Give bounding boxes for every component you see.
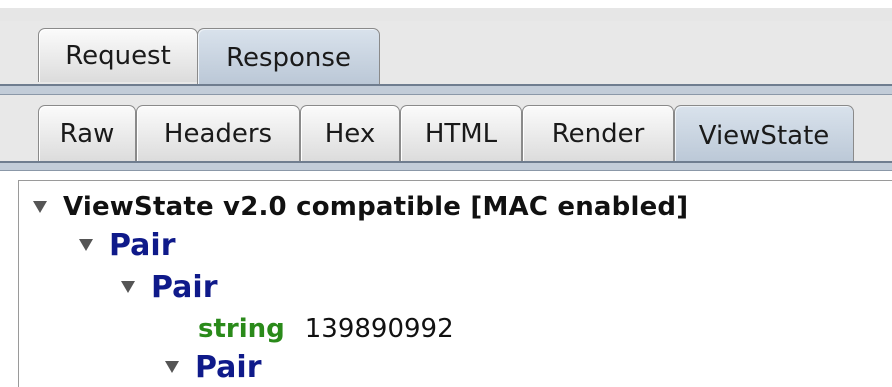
- tree-node-pair[interactable]: Pair: [165, 347, 262, 387]
- tab-response[interactable]: Response: [197, 28, 380, 86]
- expand-triangle-icon[interactable]: [165, 361, 179, 373]
- tree-node-label: Pair: [151, 269, 218, 305]
- tab-render[interactable]: Render: [522, 105, 674, 161]
- top-gray-bar: [0, 8, 892, 21]
- tab-response-label: Response: [226, 42, 351, 73]
- tree-leaf-string[interactable]: string 139890992: [198, 309, 454, 349]
- tab-raw-label: Raw: [59, 118, 115, 149]
- tab-render-label: Render: [551, 118, 645, 149]
- tree-node-label: Pair: [109, 227, 176, 263]
- inner-tab-band: [0, 161, 892, 171]
- tree-root-label: ViewState v2.0 compatible [MAC enabled]: [63, 192, 689, 222]
- tree-node-pair[interactable]: Pair: [79, 225, 176, 265]
- tree-node-label: Pair: [195, 349, 262, 385]
- viewstate-tree: ViewState v2.0 compatible [MAC enabled] …: [18, 180, 892, 387]
- expand-triangle-icon[interactable]: [33, 201, 47, 213]
- type-label: string: [198, 314, 285, 344]
- value-label: 139890992: [304, 314, 454, 344]
- tab-viewstate[interactable]: ViewState: [674, 105, 854, 165]
- outer-tab-band: [0, 84, 892, 95]
- tab-viewstate-label: ViewState: [698, 120, 830, 151]
- top-strip: [0, 0, 892, 8]
- tab-html-label: HTML: [424, 118, 498, 149]
- tab-request[interactable]: Request: [38, 28, 198, 82]
- tab-headers-label: Headers: [163, 118, 273, 149]
- tree-node-pair[interactable]: Pair: [121, 267, 218, 307]
- tab-request-label: Request: [65, 40, 171, 71]
- expand-triangle-icon[interactable]: [121, 281, 135, 293]
- tab-html[interactable]: HTML: [400, 105, 522, 161]
- tab-raw[interactable]: Raw: [38, 105, 136, 161]
- viewstate-panel: Request Response Raw Headers Hex HTML Re…: [0, 0, 892, 387]
- tab-hex[interactable]: Hex: [300, 105, 400, 161]
- tree-root[interactable]: ViewState v2.0 compatible [MAC enabled]: [33, 189, 688, 225]
- tab-hex-label: Hex: [324, 118, 376, 149]
- expand-triangle-icon[interactable]: [79, 239, 93, 251]
- tab-headers[interactable]: Headers: [136, 105, 300, 161]
